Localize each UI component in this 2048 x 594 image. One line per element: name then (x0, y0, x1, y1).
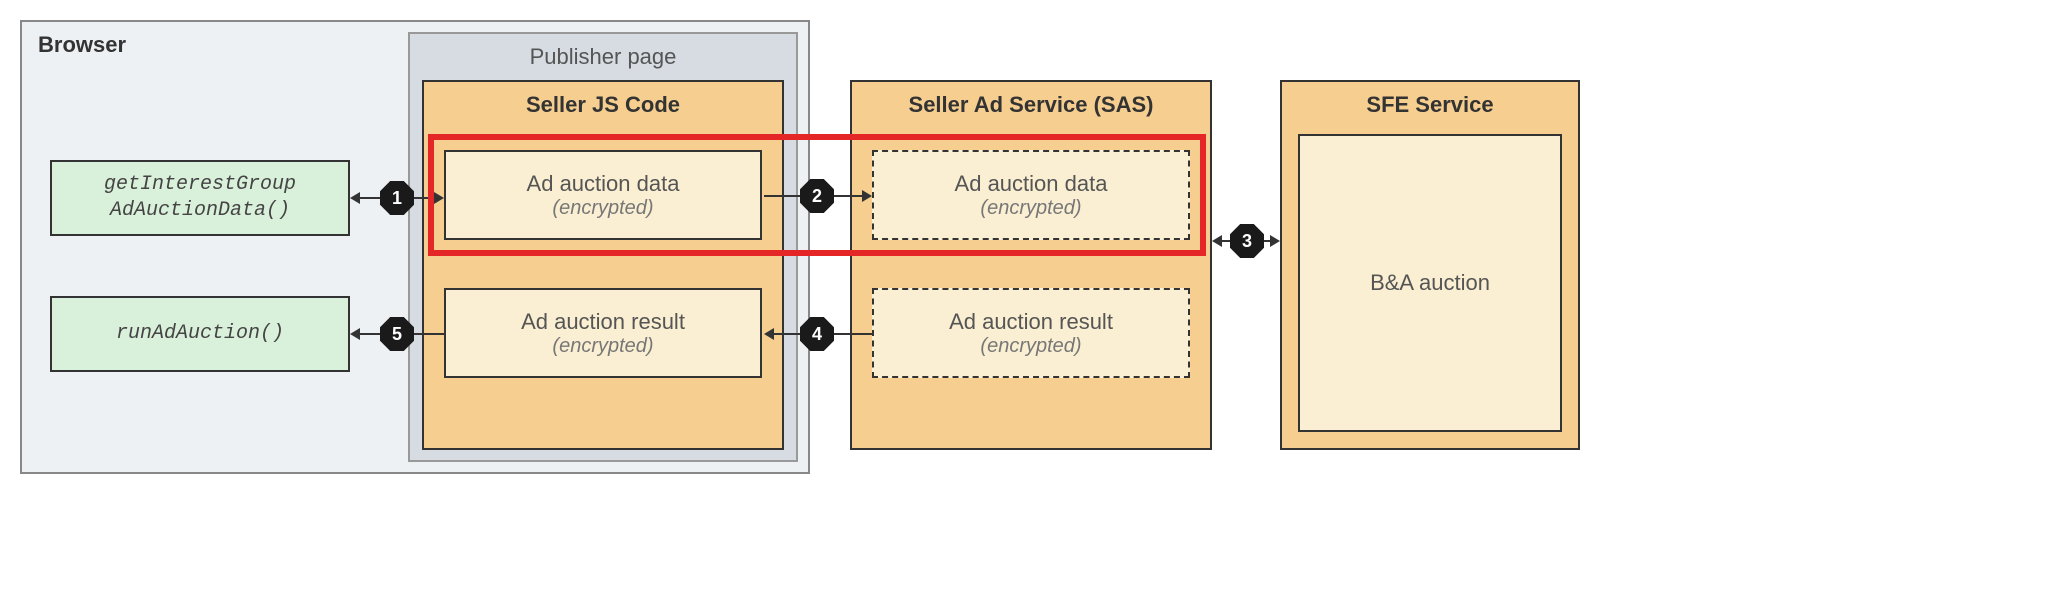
arrow-5-head (350, 328, 360, 340)
browser-label: Browser (38, 32, 126, 58)
encrypted-label-2: (encrypted) (552, 335, 653, 358)
ad-auction-data-label: Ad auction data (527, 171, 680, 197)
ad-auction-result-label: Ad auction result (521, 309, 685, 335)
step-badge-1: 1 (380, 181, 414, 215)
seller-js-ad-auction-data: Ad auction data (encrypted) (444, 150, 762, 240)
api-get-interest-group: getInterestGroup AdAuctionData() (50, 160, 350, 236)
sas-container: Seller Ad Service (SAS) (850, 80, 1212, 450)
diagram-root: Browser Publisher page Seller JS Code Se… (20, 20, 1580, 474)
sfe-title: SFE Service (1282, 92, 1578, 118)
api-run-ad-auction: runAdAuction() (50, 296, 350, 372)
sas-ad-auction-result: Ad auction result (encrypted) (872, 288, 1190, 378)
arrow-3-head-right (1270, 235, 1280, 247)
sas-title: Seller Ad Service (SAS) (852, 92, 1210, 118)
sas-encrypted-label: (encrypted) (980, 197, 1081, 220)
arrow-3-head-left (1212, 235, 1222, 247)
arrow-2-head (862, 190, 872, 202)
api-get-interest-group-label: getInterestGroup AdAuctionData() (104, 172, 296, 224)
sas-encrypted-label-2: (encrypted) (980, 335, 1081, 358)
arrow-4-head (764, 328, 774, 340)
step-3-label: 3 (1242, 231, 1252, 252)
arrow-1-head-left (350, 192, 360, 204)
ba-auction-label: B&A auction (1370, 270, 1490, 296)
seller-js-ad-auction-result: Ad auction result (encrypted) (444, 288, 762, 378)
encrypted-label: (encrypted) (552, 197, 653, 220)
sas-ad-auction-data-label: Ad auction data (955, 171, 1108, 197)
sas-ad-auction-result-label: Ad auction result (949, 309, 1113, 335)
seller-js-title: Seller JS Code (424, 92, 782, 118)
publisher-page-label: Publisher page (410, 44, 796, 70)
sas-ad-auction-data: Ad auction data (encrypted) (872, 150, 1190, 240)
step-2-label: 2 (812, 186, 822, 207)
step-4-label: 4 (812, 324, 822, 345)
step-1-label: 1 (392, 188, 402, 209)
ba-auction-box: B&A auction (1298, 134, 1562, 432)
arrow-1-head-right (434, 192, 444, 204)
step-badge-5: 5 (380, 317, 414, 351)
step-5-label: 5 (392, 324, 402, 345)
step-badge-3: 3 (1230, 224, 1264, 258)
api-run-ad-auction-label: runAdAuction() (116, 321, 284, 347)
seller-js-container: Seller JS Code (422, 80, 784, 450)
